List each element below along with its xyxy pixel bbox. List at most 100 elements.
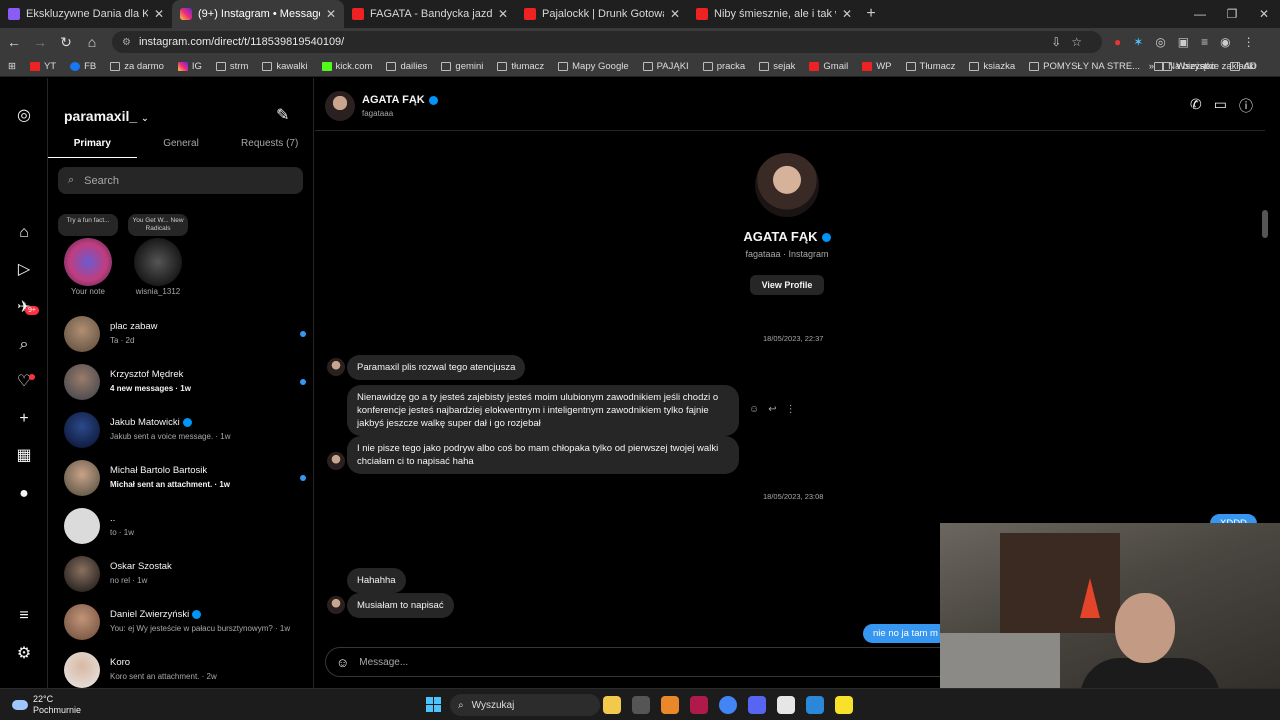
- back-icon[interactable]: ←: [2, 34, 26, 50]
- tab-general[interactable]: General: [137, 134, 226, 158]
- home-icon[interactable]: ⌂: [14, 223, 34, 243]
- record-icon[interactable]: ●: [1114, 35, 1121, 49]
- chat-title[interactable]: AGATA FĄK: [362, 94, 438, 106]
- app-icon[interactable]: [806, 696, 824, 714]
- browser-tab[interactable]: Pajalockk | Drunk Gotowanie z A✕: [516, 0, 688, 28]
- bookmark[interactable]: POMYSŁY NA STRE...: [1029, 61, 1140, 72]
- message-bubble[interactable]: Nienawidzę go a ty jesteś zajebisty jest…: [347, 385, 739, 436]
- bookmark[interactable]: za darmo: [110, 61, 164, 72]
- avatar[interactable]: [325, 91, 355, 121]
- site-info-icon[interactable]: ⚙: [122, 37, 131, 48]
- sticky-notes-icon[interactable]: [835, 696, 853, 714]
- conversation-item[interactable]: Jakub Matowicki Jakub sent a voice messag…: [64, 406, 308, 454]
- apps-icon[interactable]: ⊞: [8, 61, 16, 72]
- create-icon[interactable]: +: [14, 409, 34, 429]
- app-icon[interactable]: [777, 696, 795, 714]
- minimize-icon[interactable]: —: [1184, 0, 1216, 28]
- message-bubble[interactable]: I nie pisze tego jako podryw albo coś bo…: [347, 436, 739, 474]
- close-icon[interactable]: ✕: [326, 7, 336, 21]
- profile-avatar-icon[interactable]: ●: [14, 484, 34, 504]
- bookmark-star-icon[interactable]: ⇩☆: [1051, 35, 1092, 49]
- conversation-item[interactable]: plac zabaw Ta · 2d: [64, 310, 308, 358]
- browser-tab[interactable]: Ekskluzywne Dania dla Koneser✕: [0, 0, 172, 28]
- taskbar-search[interactable]: ⌕ Wyszukaj: [450, 694, 600, 716]
- more-icon[interactable]: ⋮: [786, 404, 796, 415]
- maximize-icon[interactable]: ❐: [1216, 0, 1248, 28]
- reply-icon[interactable]: ↩: [768, 404, 776, 415]
- windows-start-icon[interactable]: [426, 697, 441, 712]
- conversation-item[interactable]: Oskar Szostak no rel · 1w: [64, 550, 308, 598]
- all-bookmarks[interactable]: Wszystkie zakładki: [1162, 61, 1256, 72]
- message-bubble[interactable]: Musiałam to napisać: [347, 593, 454, 618]
- bookmark[interactable]: ksiazka: [969, 61, 1015, 72]
- bookmarks-more-icon[interactable]: »: [1149, 61, 1154, 72]
- discord-icon[interactable]: [748, 696, 766, 714]
- conversation-item[interactable]: Krzysztof Mędrek 4 new messages · 1w: [64, 358, 308, 406]
- bookmark[interactable]: tłumacz: [497, 61, 544, 72]
- bookmark[interactable]: YT: [29, 61, 56, 72]
- menu-icon[interactable]: ≡: [14, 606, 34, 626]
- emoji-react-icon[interactable]: ☺: [749, 404, 759, 415]
- view-profile-button[interactable]: View Profile: [750, 275, 824, 295]
- bookmark[interactable]: FB: [70, 61, 96, 72]
- bookmark[interactable]: kick.com: [321, 61, 372, 72]
- info-icon[interactable]: ⓘ: [1239, 96, 1253, 116]
- profile-icon[interactable]: ◉: [1220, 35, 1230, 49]
- brave-icon[interactable]: [661, 696, 679, 714]
- browser-tab[interactable]: Niby śmiesznie, ale i tak wkurza✕: [688, 0, 860, 28]
- scrollbar[interactable]: [1262, 210, 1268, 238]
- menu-list-icon[interactable]: ≡: [1201, 35, 1208, 49]
- video-call-icon[interactable]: ▭: [1214, 96, 1227, 116]
- conversation-item[interactable]: Daniel Zwierzyński You: ej Wy jesteście w…: [64, 598, 308, 646]
- outgoing-message[interactable]: nie no ja tam m: [863, 624, 948, 643]
- opera-icon[interactable]: [690, 696, 708, 714]
- bookmark[interactable]: sejak: [759, 61, 795, 72]
- close-window-icon[interactable]: ✕: [1248, 0, 1280, 28]
- home-icon[interactable]: ⌂: [80, 34, 104, 50]
- new-tab-icon[interactable]: +: [860, 5, 882, 23]
- reels-icon[interactable]: ▷: [14, 260, 34, 280]
- note-item[interactable]: You Get W... New Radicals wisnia_1312: [128, 214, 188, 296]
- close-icon[interactable]: ✕: [154, 7, 164, 21]
- message-bubble[interactable]: Hahahha: [347, 568, 406, 593]
- weather-widget[interactable]: 22°C Pochmurnie: [12, 694, 81, 716]
- conversation-item[interactable]: Michał Bartolo Bartosik Michał sent an at…: [64, 454, 308, 502]
- url-input[interactable]: ⚙ instagram.com/direct/t/118539819540109…: [112, 31, 1102, 53]
- tab-primary[interactable]: Primary: [48, 134, 137, 158]
- instagram-logo-icon[interactable]: ◎: [14, 106, 34, 126]
- bookmark[interactable]: WP: [862, 61, 892, 72]
- bookmark[interactable]: gemini: [441, 61, 483, 72]
- search-icon[interactable]: ⌕: [14, 335, 34, 355]
- close-icon[interactable]: ✕: [670, 7, 680, 21]
- conversation-item[interactable]: Koro Koro sent an attachment. · 2w: [64, 646, 308, 688]
- search-input[interactable]: ⌕ Search: [58, 167, 303, 194]
- more-icon[interactable]: ⋮: [1243, 35, 1255, 49]
- extension-icon[interactable]: ✶: [1133, 35, 1143, 49]
- bookmark[interactable]: dailies: [386, 61, 427, 72]
- close-icon[interactable]: ✕: [842, 7, 852, 21]
- account-switcher[interactable]: paramaxil_ ⌄: [64, 108, 149, 124]
- puzzle-icon[interactable]: ▣: [1178, 35, 1189, 49]
- file-explorer-icon[interactable]: [603, 696, 621, 714]
- extension-icon[interactable]: ◎: [1155, 35, 1165, 49]
- chrome-icon[interactable]: [719, 696, 737, 714]
- browser-tab[interactable]: FAGATA - Bandycka jazda - You✕: [344, 0, 516, 28]
- reload-icon[interactable]: ↻: [54, 34, 78, 51]
- settings-icon[interactable]: [632, 696, 650, 714]
- note-item[interactable]: Try a fun fact... Your note: [58, 214, 118, 296]
- bookmark[interactable]: strm: [215, 61, 248, 72]
- compose-icon[interactable]: ✎: [276, 105, 289, 125]
- forward-icon[interactable]: →: [28, 34, 52, 50]
- bookmark[interactable]: Gmail: [809, 61, 848, 72]
- bookmark[interactable]: Mapy Google: [558, 61, 629, 72]
- conversation-item[interactable]: .. to · 1w: [64, 502, 308, 550]
- bookmark[interactable]: kawalki: [262, 61, 308, 72]
- emoji-icon[interactable]: ☺: [336, 655, 349, 670]
- phone-icon[interactable]: ✆: [1190, 96, 1202, 116]
- bookmark[interactable]: Tłumacz: [905, 61, 955, 72]
- threads-icon[interactable]: ⚙: [14, 644, 34, 664]
- bookmark[interactable]: IG: [177, 61, 202, 72]
- message-bubble[interactable]: Paramaxil plis rozwal tego atencjusza: [347, 355, 526, 380]
- close-icon[interactable]: ✕: [498, 7, 508, 21]
- tab-requests[interactable]: Requests (7): [225, 134, 313, 158]
